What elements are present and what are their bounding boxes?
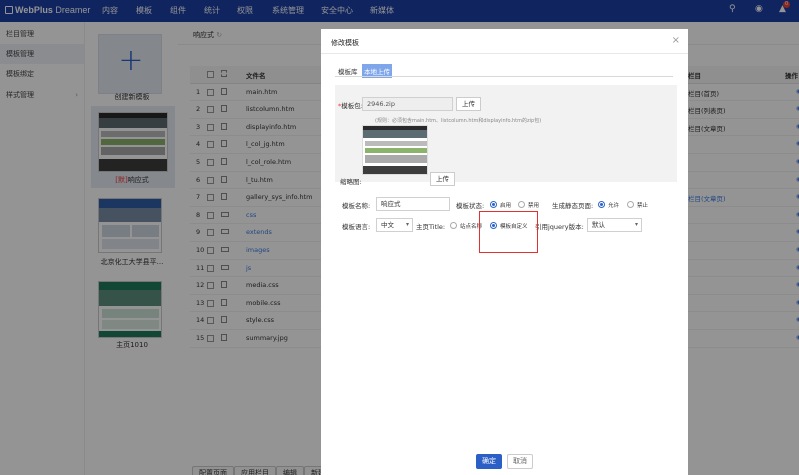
tab-template-library[interactable]: 模板库 [338, 66, 358, 76]
title-site-radio[interactable] [450, 222, 457, 229]
thumbnail-preview [362, 125, 428, 175]
jquery-label: 引用jquery版本: [535, 223, 584, 231]
confirm-button[interactable]: 确定 [476, 454, 502, 469]
static-deny-radio[interactable] [627, 201, 634, 208]
thumbnail-label: 缩略图: [340, 178, 362, 186]
upload-package-button[interactable]: 上传 [456, 97, 481, 111]
status-label: 模板状态: [456, 202, 485, 210]
language-select[interactable]: 中文 ▾ [376, 218, 413, 232]
package-label-text: 模板包: [341, 102, 363, 110]
package-hint: (规则：必须包含main.htm、listcolumn.htm和displayi… [375, 118, 542, 124]
static-allow-label: 允许 [608, 203, 620, 209]
jquery-value: 默认 [592, 221, 605, 229]
dialog-title: 修改模板 [331, 39, 359, 47]
status-enable-label: 启用 [500, 203, 512, 209]
upload-section: *模板包: 2946.zip 上传 (规则：必须包含main.htm、listc… [335, 85, 677, 186]
status-disable-radio[interactable] [518, 201, 525, 208]
status-disable-label: 禁用 [528, 203, 540, 209]
language-value: 中文 [381, 221, 394, 229]
language-label: 模板语言: [342, 223, 371, 231]
package-label: *模板包: [338, 102, 363, 110]
cancel-button[interactable]: 取消 [507, 454, 533, 469]
static-allow-radio[interactable] [598, 201, 605, 208]
template-name-input[interactable]: 响应式 [376, 197, 450, 211]
tab-divider [335, 76, 673, 77]
jquery-select[interactable]: 默认 ▾ [587, 218, 642, 232]
name-label: 模板名称: [342, 202, 371, 210]
divider [321, 53, 688, 54]
close-icon[interactable]: × [672, 35, 680, 46]
homepage-title-label: 主页Title: [416, 223, 446, 231]
status-enable-radio[interactable] [490, 201, 497, 208]
upload-thumbnail-button[interactable]: 上传 [430, 172, 455, 186]
package-field[interactable]: 2946.zip [362, 97, 453, 111]
static-page-label: 生成静态页面: [552, 202, 594, 210]
static-deny-label: 禁止 [637, 203, 649, 209]
chevron-down-icon: ▾ [634, 221, 638, 228]
chevron-down-icon: ▾ [405, 221, 409, 228]
highlight-box [479, 211, 538, 253]
